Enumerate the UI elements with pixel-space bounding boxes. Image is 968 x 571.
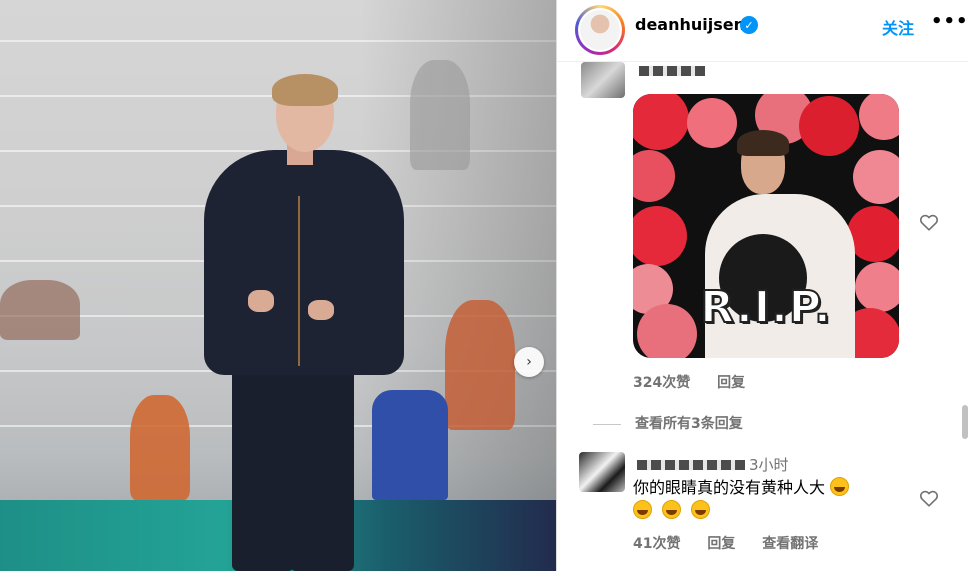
laughing-emoji-icon bbox=[633, 500, 652, 519]
laughing-emoji-icon bbox=[830, 477, 850, 496]
heart-icon[interactable] bbox=[918, 487, 940, 509]
comment-meta: 324次赞 回复 bbox=[633, 372, 767, 392]
comments-panel: deanhuijsen ✓ 关注 ••• R.I.P. 324次赞 回复 查看所… bbox=[556, 0, 968, 571]
verified-badge-icon: ✓ bbox=[740, 16, 758, 34]
comment-avatar[interactable] bbox=[581, 62, 625, 98]
translate-button[interactable]: 查看翻译 bbox=[762, 536, 818, 552]
laughing-emoji-icon bbox=[662, 500, 682, 519]
post-photo: › bbox=[0, 0, 556, 571]
heart-icon[interactable] bbox=[918, 211, 940, 233]
laughing-emoji-icon bbox=[691, 500, 711, 519]
comment-time: 3小时 bbox=[749, 456, 789, 474]
next-arrow-icon: › bbox=[526, 354, 532, 370]
gif-attachment[interactable]: R.I.P. bbox=[633, 94, 899, 358]
profile-avatar[interactable] bbox=[575, 5, 625, 55]
like-count[interactable]: 41次赞 bbox=[633, 536, 680, 552]
player-figure bbox=[204, 150, 404, 375]
comment-author-redacted[interactable] bbox=[637, 460, 745, 470]
reply-button[interactable]: 回复 bbox=[717, 375, 745, 391]
comment-meta: 41次赞 回复 查看翻译 bbox=[633, 533, 840, 553]
username-link[interactable]: deanhuijsen bbox=[635, 15, 745, 34]
reply-button[interactable]: 回复 bbox=[707, 536, 735, 552]
comment-text: 你的眼睛真的没有黄种人大 bbox=[633, 476, 893, 522]
gif-caption: R.I.P. bbox=[699, 281, 832, 334]
like-count[interactable]: 324次赞 bbox=[633, 375, 690, 391]
scrollbar[interactable] bbox=[962, 405, 968, 439]
comment-body: 你的眼睛真的没有黄种人大 bbox=[633, 478, 826, 497]
more-options-icon[interactable]: ••• bbox=[931, 11, 968, 32]
post-header: deanhuijsen ✓ 关注 ••• bbox=[557, 0, 968, 62]
next-image-button[interactable]: › bbox=[514, 347, 544, 377]
follow-button[interactable]: 关注 bbox=[882, 15, 914, 39]
view-replies-button[interactable]: 查看所有3条回复 bbox=[633, 413, 743, 433]
comment-author-redacted[interactable] bbox=[639, 66, 705, 76]
comment-avatar[interactable] bbox=[579, 452, 625, 492]
